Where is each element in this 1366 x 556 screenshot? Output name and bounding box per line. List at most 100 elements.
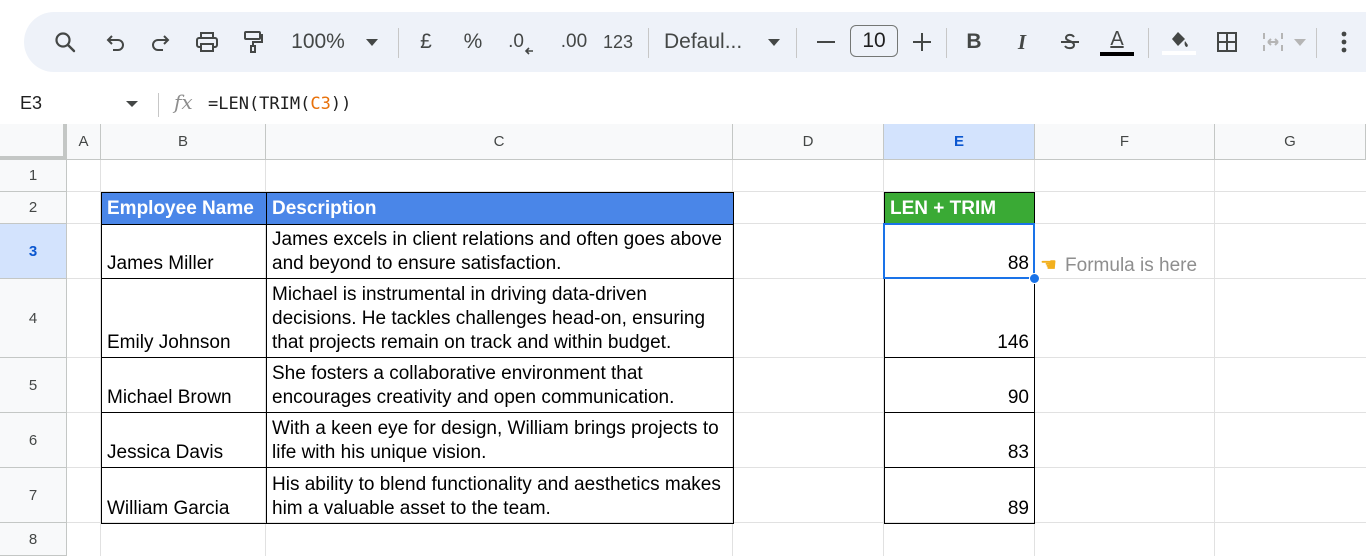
fill-handle[interactable] (1029, 273, 1040, 284)
select-all-corner[interactable] (0, 124, 67, 160)
borders-icon[interactable] (1212, 12, 1242, 72)
cell-name[interactable]: William Garcia (101, 468, 267, 524)
cell-len-result[interactable]: 90 (884, 358, 1035, 413)
cell-text: His ability to blend functionality and a… (272, 474, 721, 519)
cell-text: Michael Brown (107, 387, 232, 408)
header-cell-employee-name[interactable]: Employee Name (101, 192, 267, 225)
cell-len-result[interactable]: 89 (884, 468, 1035, 524)
font-dropdown-icon[interactable] (766, 12, 782, 72)
undo-icon[interactable] (102, 12, 130, 72)
cell-text: 146 (997, 332, 1029, 353)
name-box-dropdown-icon[interactable] (126, 101, 138, 107)
column-header-a[interactable]: A (67, 124, 101, 160)
toolbar-divider (1148, 28, 1149, 58)
cell-name[interactable]: Emily Johnson (101, 279, 267, 358)
decrease-decimal-label: .0 (508, 31, 524, 52)
row-header-1[interactable]: 1 (0, 160, 67, 192)
row-header-5[interactable]: 5 (0, 358, 67, 413)
fill-color-swatch (1162, 51, 1196, 55)
column-header-d[interactable]: D (733, 124, 884, 160)
fill-color-button[interactable] (1160, 12, 1198, 72)
print-icon[interactable] (192, 12, 222, 72)
currency-format-button[interactable]: £ (414, 12, 438, 72)
bold-button[interactable]: B (962, 12, 986, 72)
italic-button[interactable]: I (1010, 12, 1034, 72)
search-icon[interactable] (50, 12, 80, 72)
row-header-2[interactable]: 2 (0, 192, 67, 224)
column-header-label: E (953, 133, 964, 150)
cell-text: James excels in client relations and oft… (272, 229, 722, 274)
decrease-font-size-icon[interactable] (814, 12, 838, 72)
formula-prefix: =LEN(TRIM( (208, 94, 311, 114)
row-header-6[interactable]: 6 (0, 413, 67, 468)
percent-format-button[interactable]: % (461, 12, 485, 72)
cell-name[interactable]: Jessica Davis (101, 413, 267, 468)
cell-text: 83 (1007, 442, 1029, 463)
increase-font-size-icon[interactable] (910, 12, 934, 72)
row-header-4[interactable]: 4 (0, 279, 67, 358)
increase-decimal-button[interactable]: .00 (552, 12, 596, 72)
formula-bar-divider (158, 93, 159, 117)
name-box[interactable]: E3 (20, 93, 42, 114)
toolbar-divider (648, 28, 649, 58)
cell-description[interactable]: Michael is instrumental in driving data-… (266, 279, 734, 358)
font-family-select[interactable]: Defaul... (664, 12, 760, 72)
header-label: Employee Name (107, 197, 254, 219)
paint-format-icon[interactable] (238, 12, 268, 72)
toolbar-divider (796, 28, 797, 58)
strikethrough-icon[interactable] (1056, 12, 1084, 72)
cell-description[interactable]: With a keen eye for design, William brin… (266, 413, 734, 468)
toolbar-divider (1316, 28, 1317, 58)
row-header-label: 6 (28, 431, 38, 449)
row-header-label: 1 (28, 167, 38, 184)
column-header-c[interactable]: C (266, 124, 733, 160)
cell-len-result[interactable]: 83 (884, 413, 1035, 468)
formula-suffix: )) (330, 94, 352, 114)
text-color-button[interactable]: A (1098, 12, 1136, 72)
zoom-dropdown-icon[interactable] (364, 12, 380, 72)
redo-icon[interactable] (146, 12, 174, 72)
cell-text: William Garcia (107, 498, 230, 519)
column-header-label: B (177, 133, 188, 150)
font-size-input[interactable]: 10 (850, 25, 898, 57)
cell-text: 90 (1007, 387, 1029, 408)
column-header-e[interactable]: E (884, 124, 1035, 160)
formula-input[interactable]: =LEN(TRIM(C3)) (208, 94, 351, 114)
header-cell-description[interactable]: Description (266, 192, 734, 225)
merge-dropdown-icon[interactable] (1292, 12, 1308, 72)
cell-text: 89 (1007, 498, 1029, 519)
cell-name[interactable]: Michael Brown (101, 358, 267, 413)
row-header-label: 8 (28, 530, 38, 548)
header-label: LEN + TRIM (890, 197, 997, 219)
column-header-label: D (802, 133, 814, 150)
row-header-8[interactable]: 8 (0, 523, 67, 556)
cell-len-result[interactable]: 146 (884, 279, 1035, 358)
fx-label: fx (174, 90, 193, 114)
header-cell-len-trim[interactable]: LEN + TRIM (884, 192, 1035, 225)
column-header-f[interactable]: F (1035, 124, 1215, 160)
cell-description[interactable]: James excels in client relations and oft… (266, 224, 734, 279)
cell-description[interactable]: She fosters a collaborative environment … (266, 358, 734, 413)
column-header-label: F (1119, 133, 1130, 150)
zoom-select[interactable]: 100% (286, 12, 350, 72)
annotation-note: ☚ Formula is here (1040, 254, 1197, 277)
text-color-letter: A (1110, 28, 1124, 50)
more-options-icon[interactable] (1334, 12, 1354, 72)
row-header-label: 5 (28, 376, 38, 394)
active-cell-selection[interactable] (883, 223, 1035, 279)
decrease-decimal-button[interactable]: .0 (504, 12, 538, 72)
cell-text: Emily Johnson (107, 332, 231, 353)
cell-description[interactable]: His ability to blend functionality and a… (266, 468, 734, 524)
zoom-value: 100% (291, 30, 345, 53)
column-header-b[interactable]: B (101, 124, 266, 160)
row-header-7[interactable]: 7 (0, 468, 67, 523)
row-header-3[interactable]: 3 (0, 224, 67, 279)
merge-cells-icon[interactable] (1258, 12, 1288, 72)
cell-name[interactable]: James Miller (101, 224, 267, 279)
number-format-button[interactable]: 123 (598, 12, 638, 72)
row-header-label: 7 (28, 486, 38, 504)
arrow-left-icon (524, 47, 533, 55)
pointing-hand-icon: ☚ (1040, 255, 1058, 276)
column-header-g[interactable]: G (1215, 124, 1366, 160)
name-box-value: E3 (20, 93, 43, 113)
